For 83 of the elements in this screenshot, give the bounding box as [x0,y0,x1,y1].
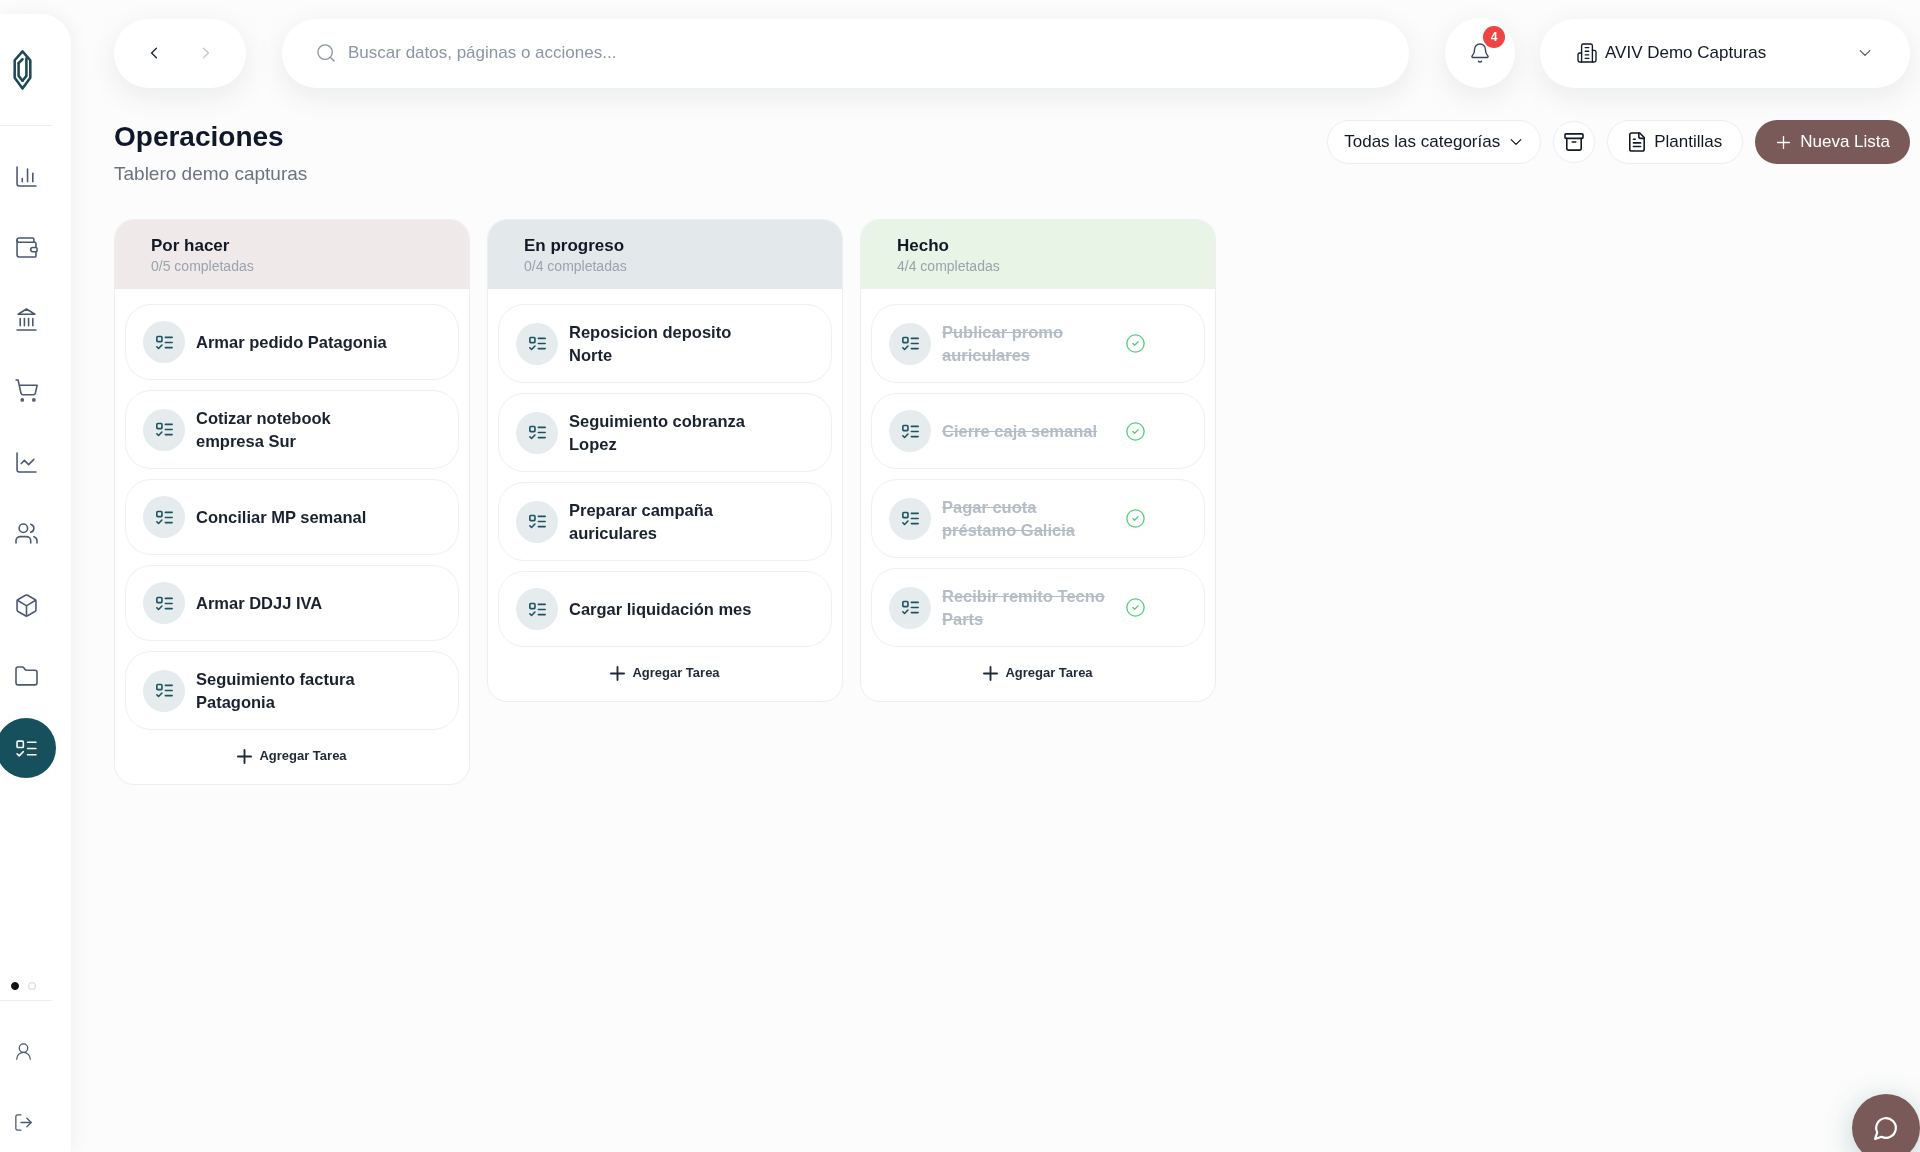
new-list-button[interactable]: Nueva Lista [1755,120,1910,164]
line-chart-icon [15,451,37,473]
chat-bubble-icon [1874,1116,1898,1140]
bar-chart-icon [15,165,37,187]
task-card[interactable]: Preparar campaña auriculares [498,482,832,561]
add-task-button[interactable]: Agregar Tarea [229,743,355,769]
task-card[interactable]: Armar pedido Patagonia [125,304,459,380]
category-dropdown[interactable]: Todas las categorías [1327,120,1542,164]
column-progress: 4/4 completadas [897,256,1000,275]
checklist-icon [516,411,558,454]
bell-icon [1471,44,1489,62]
check-circle-icon [1126,598,1145,617]
checklist-icon [889,322,931,365]
page-title: Operaciones [114,120,284,154]
check-circle-icon [1126,509,1145,528]
archive-icon [1565,133,1584,151]
add-task-button[interactable]: Agregar Tarea [975,660,1101,686]
checklist-icon [143,408,185,451]
task-card[interactable]: Conciliar MP semanal [125,479,459,555]
column-progress: 0/5 completadas [151,256,254,275]
task-title: Armar DDJJ IVA [196,592,323,614]
checklist-icon [15,737,37,759]
column-title: Por hacer [151,234,230,257]
task-card[interactable]: Reposicion deposito Norte [498,304,832,383]
user-icon [14,1042,32,1060]
notifications-button[interactable]: 4 [1445,18,1515,88]
users-icon [15,523,37,544]
task-title: Cotizar notebook empresa Sur [196,408,332,452]
checklist-icon [516,322,558,365]
page-subtitle: Tablero demo capturas [114,162,308,186]
sidebar-item[interactable] [0,718,56,778]
task-title: Preparar campaña auriculares [569,500,714,544]
column-progress: 0/4 completadas [524,256,627,275]
search-field[interactable]: Buscar datos, páginas o acciones... [348,33,1409,73]
task-title: Recibir remito Tecno Parts [942,586,1106,630]
company-selector[interactable]: AVIV Demo Capturas [1540,18,1910,88]
task-title: Conciliar MP semanal [196,506,367,528]
logout-icon [14,1113,32,1131]
task-card[interactable]: Cotizar notebook empresa Sur [125,390,459,469]
checklist-icon [143,582,185,624]
plus-icon [1775,133,1793,151]
search-icon [317,44,335,62]
task-card[interactable]: Armar DDJJ IVA [125,565,459,641]
notification-badge: 4 [1483,26,1505,48]
bank-icon [15,308,37,330]
check-circle-icon [1126,334,1145,353]
archive-button[interactable] [1553,121,1596,163]
checklist-icon [143,496,185,538]
document-icon [1628,133,1647,151]
column-title: En progreso [524,234,625,257]
add-task-button[interactable]: Agregar Tarea [602,660,728,686]
templates-button[interactable]: Plantillas [1607,120,1744,164]
column-title: Hecho [897,234,949,257]
checklist-icon [143,669,185,712]
task-card[interactable]: Seguimiento cobranza Lopez [498,393,832,472]
chat-button[interactable] [1852,1094,1920,1152]
checklist-icon [889,497,931,540]
task-card[interactable]: Cargar liquidación mes [498,571,832,647]
shield-logo [12,50,33,90]
task-title: Cierre caja semanal [942,420,1098,442]
page-dot[interactable] [11,982,19,990]
cart-icon [15,380,37,401]
plus-icon [610,665,626,681]
task-title: Seguimiento factura Patagonia [196,669,356,713]
checklist-icon [516,588,558,630]
task-title: Cargar liquidación mes [569,598,752,620]
task-title: Pagar cuota préstamo Galicia [942,497,1076,541]
building-icon [1578,44,1596,62]
checklist-icon [516,500,558,543]
package-icon [15,594,37,616]
task-card[interactable]: Seguimiento factura Patagonia [125,651,459,730]
plus-icon [237,748,253,764]
task-title: Publicar promo auriculares [942,322,1065,366]
checklist-icon [143,321,185,363]
checklist-icon [889,586,931,629]
task-title: Seguimiento cobranza Lopez [569,411,747,455]
task-title: Armar pedido Patagonia [196,331,387,353]
plus-icon [983,665,999,681]
wallet-icon [15,237,37,258]
task-title: Reposicion deposito Norte [569,322,733,366]
check-circle-icon [1126,421,1145,441]
folder-icon [15,666,37,687]
checklist-icon [889,410,931,452]
